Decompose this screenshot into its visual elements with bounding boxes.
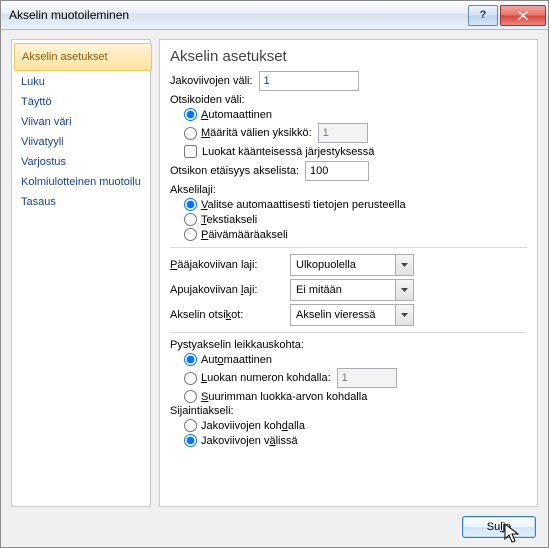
interval-ticks-input[interactable]: [259, 71, 359, 91]
labels-interval-group: Otsikoiden väli: Automaattinen Määritä v…: [170, 94, 527, 158]
axis-type-text-radio[interactable]: [184, 213, 197, 226]
major-tick-value: Ulkopuolella: [291, 259, 395, 271]
vaxis-cross-auto-option[interactable]: Automaattinen: [184, 353, 527, 366]
category-item-line-color[interactable]: Viivan väri: [12, 112, 150, 132]
position-axis-between-text: Jakoviivojen välissä: [201, 435, 298, 447]
axis-type-label: Akselilaji:: [170, 184, 527, 196]
dialog-window: Akselin muotoileminen ? Akselin asetukse…: [0, 0, 549, 548]
reverse-order-label: Luokat käänteisessä järjestyksessä: [202, 146, 374, 158]
label-distance-row: Otsikon etäisyys akselista:: [170, 161, 527, 181]
labels-interval-specify-option[interactable]: Määritä välien yksikkö:: [184, 123, 527, 143]
position-axis-between-radio[interactable]: [184, 434, 197, 447]
axis-type-auto-radio[interactable]: [184, 198, 197, 211]
axis-labels-label: Akselin otsikot:: [170, 309, 290, 321]
category-item-shadow[interactable]: Varjostus: [12, 152, 150, 172]
position-axis-on-radio[interactable]: [184, 419, 197, 432]
axis-type-date-radio[interactable]: [184, 228, 197, 241]
chevron-down-icon: [401, 288, 408, 292]
minor-tick-dropdown-button[interactable]: [395, 280, 413, 300]
category-list: Akselin asetukset Luku Täyttö Viivan vär…: [11, 39, 151, 507]
vaxis-cross-group: Pystyakselin leikkauskohta: Automaattine…: [170, 339, 527, 403]
vaxis-cross-cat-input: [337, 368, 397, 388]
labels-interval-specify-radio[interactable]: [184, 127, 197, 140]
axis-type-text-option[interactable]: Tekstiakseli: [184, 213, 527, 226]
minor-tick-row: Apujakoviivan laji: Ei mitään: [170, 279, 527, 301]
major-tick-select[interactable]: Ulkopuolella: [290, 254, 414, 276]
vaxis-cross-max-radio[interactable]: [184, 390, 197, 403]
category-item-fill[interactable]: Täyttö: [12, 92, 150, 112]
axis-labels-row: Akselin otsikot: Akselin vieressä: [170, 304, 527, 326]
position-axis-label: Sijaintiakseli:: [170, 405, 527, 417]
reverse-order-checkbox[interactable]: [184, 145, 197, 158]
position-axis-between-option[interactable]: Jakoviivojen välissä: [184, 434, 527, 447]
interval-ticks-row: Jakoviivojen väli:: [170, 71, 527, 91]
divider-2: [170, 332, 527, 333]
settings-panel: Akselin asetukset Jakoviivojen väli: Ots…: [159, 39, 538, 507]
category-item-3d-format[interactable]: Kolmiulotteinen muotoilu: [12, 172, 150, 192]
close-icon: [518, 11, 528, 20]
minor-tick-select[interactable]: Ei mitään: [290, 279, 414, 301]
chevron-down-icon: [401, 313, 408, 317]
titlebar: Akselin muotoileminen ?: [1, 1, 548, 30]
axis-type-date-option[interactable]: Päivämääräakseli: [184, 228, 527, 241]
axis-labels-value: Akselin vieressä: [291, 309, 395, 321]
category-item-axis-options[interactable]: Akselin asetukset: [14, 43, 152, 71]
category-item-alignment[interactable]: Tasaus: [12, 192, 150, 212]
vaxis-cross-label: Pystyakselin leikkauskohta:: [170, 339, 527, 351]
axis-type-date-text: Päivämääräakseli: [201, 229, 288, 241]
divider-1: [170, 247, 527, 248]
minor-tick-value: Ei mitään: [291, 284, 395, 296]
axis-type-text-text: Tekstiakseli: [201, 214, 257, 226]
major-tick-label: Pääjakoviivan laji:: [170, 259, 290, 271]
position-axis-on-option[interactable]: Jakoviivojen kohdalla: [184, 419, 527, 432]
label-distance-label: Otsikon etäisyys akselista:: [170, 165, 299, 177]
axis-type-group: Akselilaji: Valitse automaattisesti tiet…: [170, 184, 527, 241]
vaxis-cross-max-text: Suurimman luokka-arvon kohdalla: [201, 391, 367, 403]
vaxis-cross-auto-text: Automaattinen: [201, 354, 272, 366]
labels-interval-auto-text: Automaattinen: [201, 109, 272, 121]
axis-labels-dropdown-button[interactable]: [395, 305, 413, 325]
dialog-title: Akselin muotoileminen: [9, 8, 466, 22]
labels-interval-auto-option[interactable]: Automaattinen: [184, 108, 527, 121]
labels-interval-specify-text: Määritä välien yksikkö:: [201, 127, 312, 139]
vaxis-cross-cat-option[interactable]: Luokan numeron kohdalla:: [184, 368, 527, 388]
chevron-down-icon: [401, 263, 408, 267]
help-button[interactable]: ?: [468, 5, 498, 26]
major-tick-row: Pääjakoviivan laji: Ulkopuolella: [170, 254, 527, 276]
labels-interval-auto-radio[interactable]: [184, 108, 197, 121]
labels-interval-label: Otsikoiden väli:: [170, 94, 527, 106]
close-dialog-label: Sulje: [487, 521, 511, 533]
help-icon: ?: [480, 9, 487, 21]
minor-tick-label: Apujakoviivan laji:: [170, 284, 290, 296]
axis-labels-select[interactable]: Akselin vieressä: [290, 304, 414, 326]
category-item-line-style[interactable]: Viivatyyli: [12, 132, 150, 152]
reverse-order-row[interactable]: Luokat käänteisessä järjestyksessä: [184, 145, 527, 158]
close-button[interactable]: [500, 5, 546, 26]
major-tick-dropdown-button[interactable]: [395, 255, 413, 275]
vaxis-cross-cat-radio[interactable]: [184, 372, 197, 385]
label-distance-input[interactable]: [305, 161, 369, 181]
interval-ticks-label: Jakoviivojen väli:: [170, 75, 253, 87]
axis-type-auto-text: Valitse automaattisesti tietojen peruste…: [201, 199, 406, 211]
panel-heading: Akselin asetukset: [170, 48, 527, 65]
vaxis-cross-auto-radio[interactable]: [184, 353, 197, 366]
dialog-body: Akselin asetukset Luku Täyttö Viivan vär…: [1, 29, 548, 507]
close-dialog-button[interactable]: Sulje: [462, 516, 536, 538]
axis-type-auto-option[interactable]: Valitse automaattisesti tietojen peruste…: [184, 198, 527, 211]
vaxis-cross-max-option[interactable]: Suurimman luokka-arvon kohdalla: [184, 390, 527, 403]
position-axis-group: Sijaintiakseli: Jakoviivojen kohdalla Ja…: [170, 405, 527, 447]
category-item-number[interactable]: Luku: [12, 72, 150, 92]
position-axis-on-text: Jakoviivojen kohdalla: [201, 420, 305, 432]
dialog-footer: Sulje: [1, 507, 548, 547]
labels-interval-specify-input: [318, 123, 368, 143]
vaxis-cross-cat-text: Luokan numeron kohdalla:: [201, 372, 331, 384]
